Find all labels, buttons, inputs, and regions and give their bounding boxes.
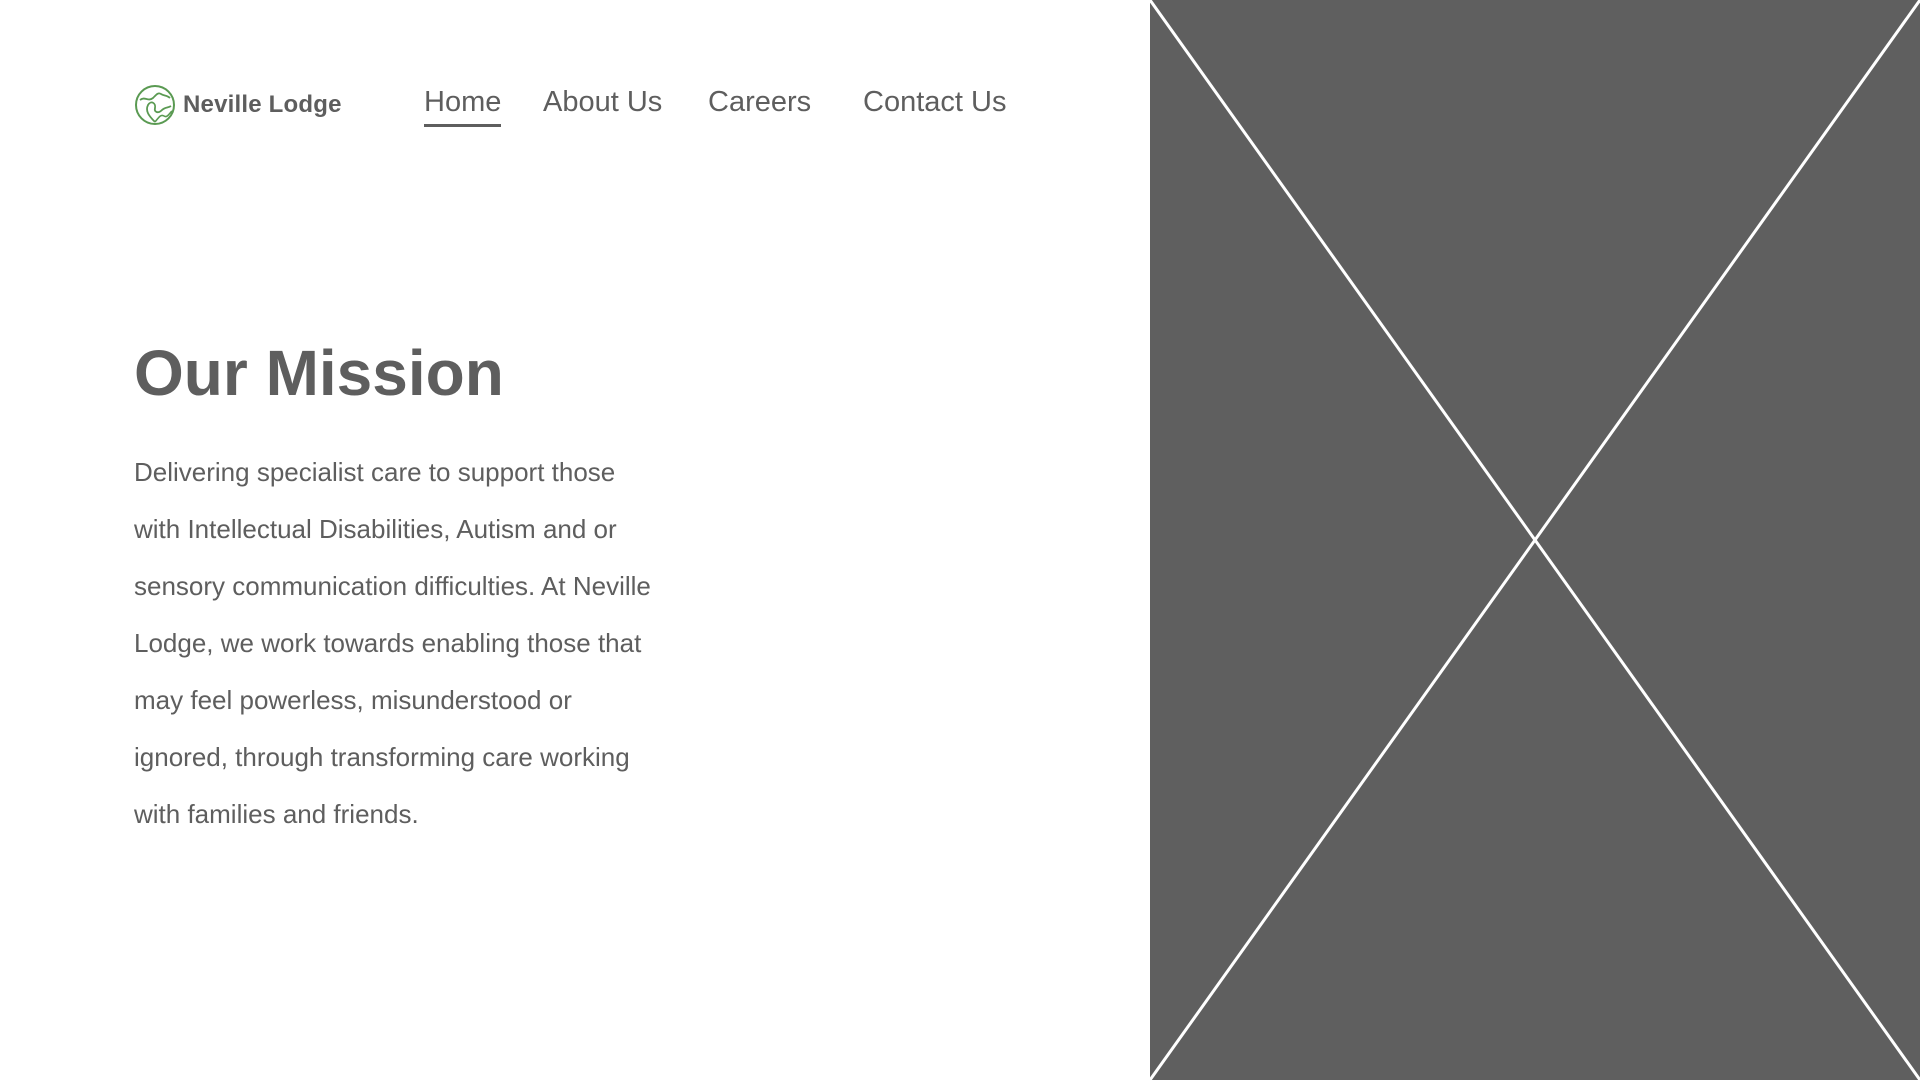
mission-paragraph: Delivering specialist care to support th… — [134, 444, 734, 843]
mission-line: with Intellectual Disabilities, Autism a… — [134, 514, 617, 544]
nav-about-us[interactable]: About Us — [543, 84, 662, 120]
nav-contact-us[interactable]: Contact Us — [863, 84, 1006, 120]
mission-line: sensory communication difficulties. At N… — [134, 571, 651, 601]
nav-home[interactable]: Home — [424, 84, 502, 127]
nav-careers[interactable]: Careers — [708, 84, 811, 120]
page: Neville Lodge Home About Us Careers Cont… — [0, 0, 1920, 1080]
mission-line: Delivering specialist care to support th… — [134, 457, 616, 487]
mission-line: may feel powerless, misunderstood or — [134, 685, 572, 715]
mission-line: Lodge, we work towards enabling those th… — [134, 628, 642, 658]
logo-link[interactable]: Neville Lodge — [134, 84, 342, 126]
image-placeholder-cross — [1150, 0, 1920, 1080]
mission-line: ignored, through transforming care worki… — [134, 742, 630, 772]
content-panel: Neville Lodge Home About Us Careers Cont… — [0, 0, 1150, 1080]
mission-line: with families and friends. — [134, 799, 419, 829]
hero-image-placeholder — [1150, 0, 1920, 1080]
leaf-globe-icon — [135, 85, 175, 125]
brand-name: Neville Lodge — [183, 91, 342, 118]
header: Neville Lodge — [134, 84, 342, 126]
page-title: Our Mission — [134, 337, 504, 409]
